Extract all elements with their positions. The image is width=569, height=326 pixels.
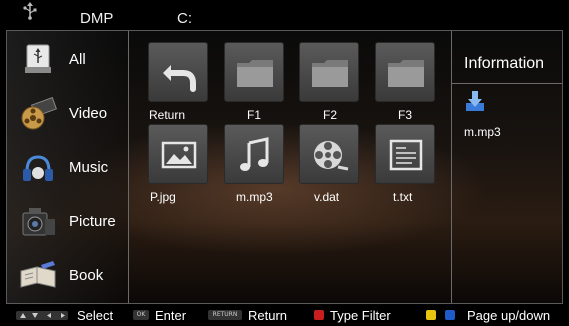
info-divider [452, 83, 562, 84]
sidebar: All Video Music Picture Book [7, 31, 129, 303]
file-tile-folder[interactable] [224, 42, 284, 102]
file-tile-folder[interactable] [375, 42, 435, 102]
sidebar-item-book[interactable]: Book [7, 251, 129, 301]
music-note-icon [23, 155, 53, 181]
file-label: F1 [247, 108, 262, 122]
ok-key-icon: OK [133, 310, 149, 320]
red-key-icon [314, 310, 324, 320]
return-arrow-icon [163, 65, 196, 92]
app-title: DMP [80, 10, 114, 27]
sidebar-item-video[interactable]: Video [7, 89, 129, 139]
top-bar: DMP C: [0, 0, 569, 30]
music-file-icon [240, 137, 269, 171]
video-file-icon [314, 141, 349, 171]
sidebar-item-label: Music [69, 159, 109, 176]
file-tile-return[interactable] [148, 42, 208, 102]
file-label: F3 [398, 108, 413, 122]
file-label: P.jpg [150, 190, 176, 204]
file-tile-video[interactable] [299, 124, 359, 184]
sidebar-item-label: All [69, 51, 86, 68]
download-icon [466, 91, 484, 111]
book-icon [20, 261, 56, 288]
hint-page-up-down: Page up/down [467, 308, 551, 323]
file-label: v.dat [314, 190, 340, 204]
information-panel: Information m.mp3 [451, 31, 562, 303]
arrow-keys-icon [16, 311, 68, 320]
sidebar-item-label: Video [69, 105, 108, 122]
hint-return: Return [248, 308, 288, 323]
sidebar-item-label: Picture [69, 213, 116, 230]
file-label: Return [149, 108, 186, 122]
file-label: t.txt [393, 190, 413, 204]
file-tile-folder[interactable] [299, 42, 359, 102]
info-title: Information [464, 55, 545, 72]
folder-icon [312, 60, 348, 87]
main-frame: All Video Music Picture Book Return F1 F… [6, 30, 563, 304]
sidebar-item-label: Book [69, 267, 104, 284]
file-tile-picture[interactable] [148, 124, 208, 184]
hint-enter: Enter [155, 308, 187, 323]
text-file-icon [389, 139, 423, 171]
hint-type-filter: Type Filter [330, 308, 391, 323]
sidebar-item-all[interactable]: All [7, 35, 129, 85]
picture-file-icon [161, 141, 197, 169]
camera-icon [22, 208, 55, 236]
yellow-key-icon [426, 310, 436, 320]
file-label: F2 [323, 108, 338, 122]
file-label: m.mp3 [236, 190, 273, 204]
usb-drive-icon [25, 44, 51, 73]
folder-icon [237, 60, 273, 87]
folder-icon [388, 60, 424, 87]
bottom-bar: Select OK Enter RETURN Return Type Filte… [0, 304, 569, 326]
film-reel-icon [21, 97, 57, 130]
return-key-icon: RETURN [208, 310, 242, 320]
hint-select: Select [77, 308, 114, 323]
blue-key-icon [445, 310, 455, 320]
file-tile-music[interactable] [224, 124, 284, 184]
usb-icon [23, 2, 37, 20]
drive-label: C: [177, 10, 192, 27]
info-file-name: m.mp3 [464, 125, 501, 139]
sidebar-item-picture[interactable]: Picture [7, 197, 129, 247]
file-tile-text[interactable] [375, 124, 435, 184]
sidebar-item-music[interactable]: Music [7, 143, 129, 193]
